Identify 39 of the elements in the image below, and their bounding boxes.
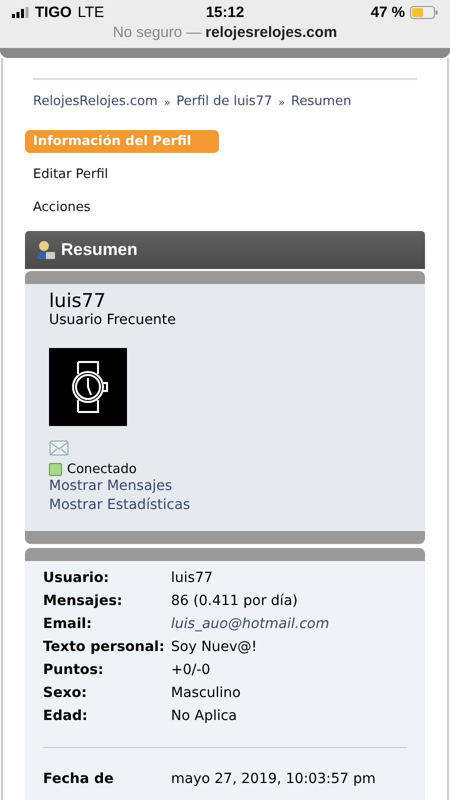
battery-percent: 47 % xyxy=(370,4,405,20)
user-rank: Usuario Frecuente xyxy=(49,312,177,328)
carrier-name: TIGO xyxy=(35,4,72,20)
field-label: Email: xyxy=(43,615,93,634)
address-bar[interactable]: No seguro — relojesrelojes.com xyxy=(12,24,438,46)
profile-tab[interactable]: Acciones xyxy=(25,196,99,219)
online-status: Conectado xyxy=(67,462,137,477)
breadcrumb-separator: » xyxy=(278,95,285,111)
email-link[interactable]: luis_auo@hotmail.com xyxy=(171,613,330,636)
field-label: Texto personal: xyxy=(43,638,166,657)
field-label: Sexo: xyxy=(43,684,88,703)
field-value: No Aplica xyxy=(171,707,238,726)
profile-link[interactable]: Mostrar Estadísticas xyxy=(49,496,401,515)
profile-tab[interactable]: Editar Perfil xyxy=(25,163,116,186)
section-title: Resumen xyxy=(61,240,138,260)
breadcrumb-separator: » xyxy=(164,95,170,111)
field-label: Mensajes: xyxy=(43,592,124,611)
envelope-icon[interactable] xyxy=(49,440,69,456)
field-value: 86 (0.411 por día) xyxy=(171,592,298,611)
field-label: Puntos: xyxy=(43,661,104,680)
breadcrumb-link[interactable]: RelojesRelojes.com xyxy=(33,94,158,112)
watch-avatar-icon xyxy=(49,348,127,426)
field-label: Usuario: xyxy=(43,569,110,588)
field-value: Soy Nuev@! xyxy=(171,638,258,657)
field-label: Fecha de xyxy=(43,770,115,789)
field-label: Edad: xyxy=(43,707,89,726)
profile-link[interactable]: Mostrar Mensajes xyxy=(49,477,401,496)
field-value: +0/-0 xyxy=(171,661,210,680)
signal-icon xyxy=(12,6,29,18)
field-value: luis77 xyxy=(171,569,213,588)
username: luis77 xyxy=(49,290,107,312)
battery-icon xyxy=(410,6,438,18)
clock-time: 15:12 xyxy=(206,4,244,20)
network-type: LTE xyxy=(78,4,104,20)
breadcrumb-link[interactable]: Perfil de luis77 xyxy=(176,94,272,112)
field-value: Masculino xyxy=(171,684,241,703)
field-value: mayo 27, 2019, 10:03:57 pm xyxy=(171,770,376,789)
user-icon xyxy=(37,240,55,260)
breadcrumb-link[interactable]: Resumen xyxy=(290,94,352,112)
